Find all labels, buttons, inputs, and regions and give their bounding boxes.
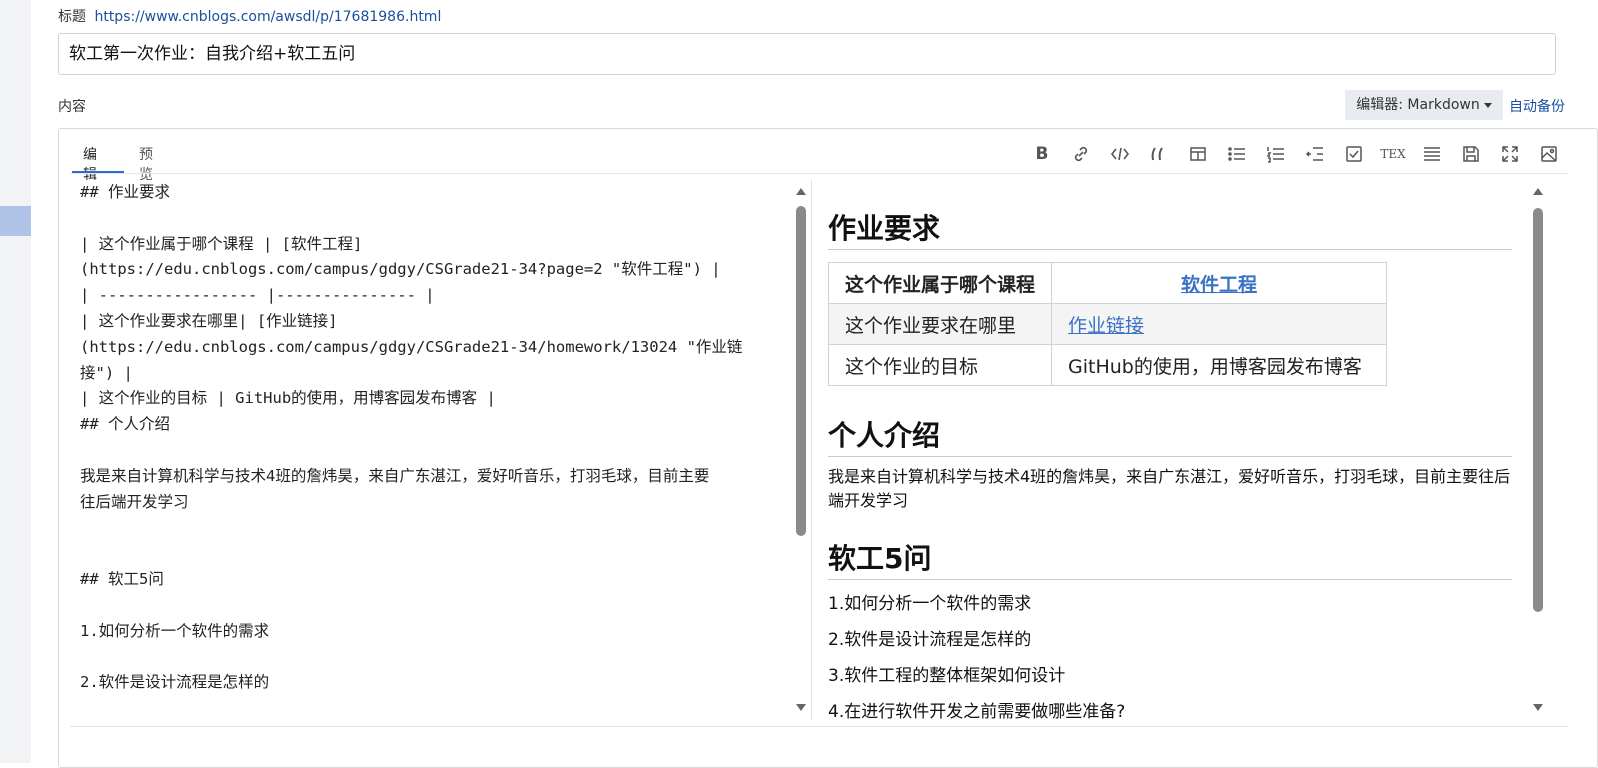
tex-icon[interactable]: TEX — [1380, 142, 1405, 166]
source-line — [80, 438, 790, 464]
link-icon[interactable] — [1069, 142, 1093, 166]
preview-scrollbar[interactable] — [1533, 188, 1543, 714]
list-item: 1.如何分析一个软件的需求 — [828, 594, 1032, 614]
ordered-list-icon[interactable] — [1264, 142, 1288, 166]
table-row: 这个作业的目标 GitHub的使用，用博客园发布博客 — [828, 344, 1388, 386]
source-line: 2.软件是设计流程是怎样的 — [80, 673, 270, 692]
scroll-up-arrow-icon[interactable] — [796, 188, 806, 195]
scroll-down-arrow-icon[interactable] — [796, 704, 806, 711]
left-sidebar-strip — [0, 0, 31, 763]
bold-icon[interactable]: B — [1030, 142, 1054, 166]
pane-divider — [811, 180, 812, 720]
source-line: 我是来自计算机科学与技术4班的詹炜昊，来自广东湛江，爱好听音乐，打羽毛球，目前主… — [80, 466, 710, 485]
source-line: ## 个人介绍 — [80, 415, 170, 434]
tab-preview[interactable]: 预览 — [139, 144, 153, 184]
tab-edit[interactable]: 编辑 — [83, 144, 97, 184]
source-line: 接") | — [80, 363, 133, 382]
list-item: 2.软件是设计流程是怎样的 — [828, 630, 1032, 650]
source-line — [80, 593, 790, 619]
source-line: | 这个作业属于哪个课程 | [软件工程] — [80, 234, 363, 253]
preview-scroll-thumb[interactable] — [1533, 208, 1543, 612]
unordered-list-icon[interactable] — [1225, 142, 1249, 166]
markdown-source-editor[interactable]: ## 作业要求 | 这个作业属于哪个课程 | [软件工程] (https://edu… — [70, 180, 790, 720]
title-row: 标题 https://www.cnblogs.com/awsdl/p/17681… — [58, 6, 441, 26]
preview-table: 这个作业属于哪个课程 软件工程 这个作业要求在哪里 作业链接 这个作业的目标 G… — [828, 262, 1388, 386]
source-line: (https://edu.cnblogs.com/campus/gdgy/CSG… — [80, 337, 743, 356]
table-cell: GitHub的使用，用博客园发布博客 — [1051, 344, 1388, 386]
source-line: (https://edu.cnblogs.com/campus/gdgy/CSG… — [80, 260, 721, 279]
source-line: 往后端开发学习 — [80, 492, 189, 511]
source-line — [80, 206, 790, 232]
quote-icon[interactable] — [1147, 142, 1171, 166]
outline-icon[interactable] — [1303, 142, 1327, 166]
table-cell: 这个作业的目标 — [828, 344, 1053, 386]
table-header-cell: 软件工程 — [1051, 262, 1388, 304]
source-line: ## 软工5问 — [80, 569, 164, 588]
markdown-preview: 作业要求 这个作业属于哪个课程 软件工程 这个作业要求在哪里 作业链接 这个作业… — [828, 180, 1512, 720]
source-line — [80, 541, 790, 567]
preview-heading-questions: 软工5问 — [828, 537, 1512, 580]
list-item: 3.软件工程的整体框架如何设计 — [828, 666, 1066, 686]
checkbox-icon[interactable] — [1342, 142, 1366, 166]
table-icon[interactable] — [1186, 142, 1210, 166]
title-label: 标题 — [58, 9, 86, 25]
title-input[interactable]: 软工第一次作业：自我介绍+软工五问 — [58, 33, 1556, 75]
scroll-down-arrow-icon[interactable] — [1533, 704, 1543, 711]
course-link[interactable]: 软件工程 — [1181, 274, 1257, 296]
content-label: 内容 — [58, 99, 86, 115]
autosave-link[interactable]: 自动备份 — [1509, 96, 1565, 116]
preview-heading-requirements: 作业要求 — [828, 207, 1512, 250]
source-line — [80, 515, 790, 541]
horizontal-rule-icon[interactable] — [1420, 142, 1444, 166]
editor-type-label: 编辑器: Markdown — [1356, 97, 1480, 113]
source-line: | 这个作业要求在哪里| [作业链接] — [80, 311, 338, 330]
fullscreen-icon[interactable] — [1498, 142, 1522, 166]
table-cell: 这个作业要求在哪里 — [828, 303, 1053, 345]
markdown-toolbar: B TEX — [1030, 142, 1576, 166]
sidebar-active-marker[interactable] — [0, 206, 31, 236]
source-scroll-thumb[interactable] — [796, 206, 806, 536]
tabs-divider — [70, 173, 1568, 174]
scroll-up-arrow-icon[interactable] — [1533, 188, 1543, 195]
source-line: | 这个作业的目标 | GitHub的使用，用博客园发布博客 | — [80, 389, 496, 408]
table-header-cell: 这个作业属于哪个课程 — [828, 262, 1053, 304]
preview-heading-intro: 个人介绍 — [828, 414, 1512, 457]
editor-type-dropdown[interactable]: 编辑器: Markdown — [1345, 90, 1503, 120]
list-item: 4.在进行软件开发之前需要做哪些准备? — [828, 702, 1126, 720]
chevron-down-icon — [1483, 102, 1492, 108]
source-line: 1.如何分析一个软件的需求 — [80, 621, 270, 640]
post-url-link[interactable]: https://www.cnblogs.com/awsdl/p/17681986… — [94, 9, 441, 25]
preview-intro-paragraph: 我是来自计算机科学与技术4班的詹炜昊，来自广东湛江，爱好听音乐，打羽毛球，目前主… — [828, 467, 1511, 510]
source-scrollbar[interactable] — [796, 188, 806, 714]
table-cell: 作业链接 — [1051, 303, 1388, 345]
source-line — [80, 644, 790, 670]
bottom-divider — [70, 726, 1568, 727]
image-icon[interactable] — [1537, 142, 1561, 166]
table-row: 这个作业要求在哪里 作业链接 — [828, 303, 1388, 345]
homework-link[interactable]: 作业链接 — [1068, 315, 1144, 337]
source-line: ## 作业要求 — [80, 183, 170, 201]
code-icon[interactable] — [1108, 142, 1132, 166]
save-icon[interactable] — [1459, 142, 1483, 166]
source-line: | ----------------- |--------------- | — [80, 286, 435, 305]
